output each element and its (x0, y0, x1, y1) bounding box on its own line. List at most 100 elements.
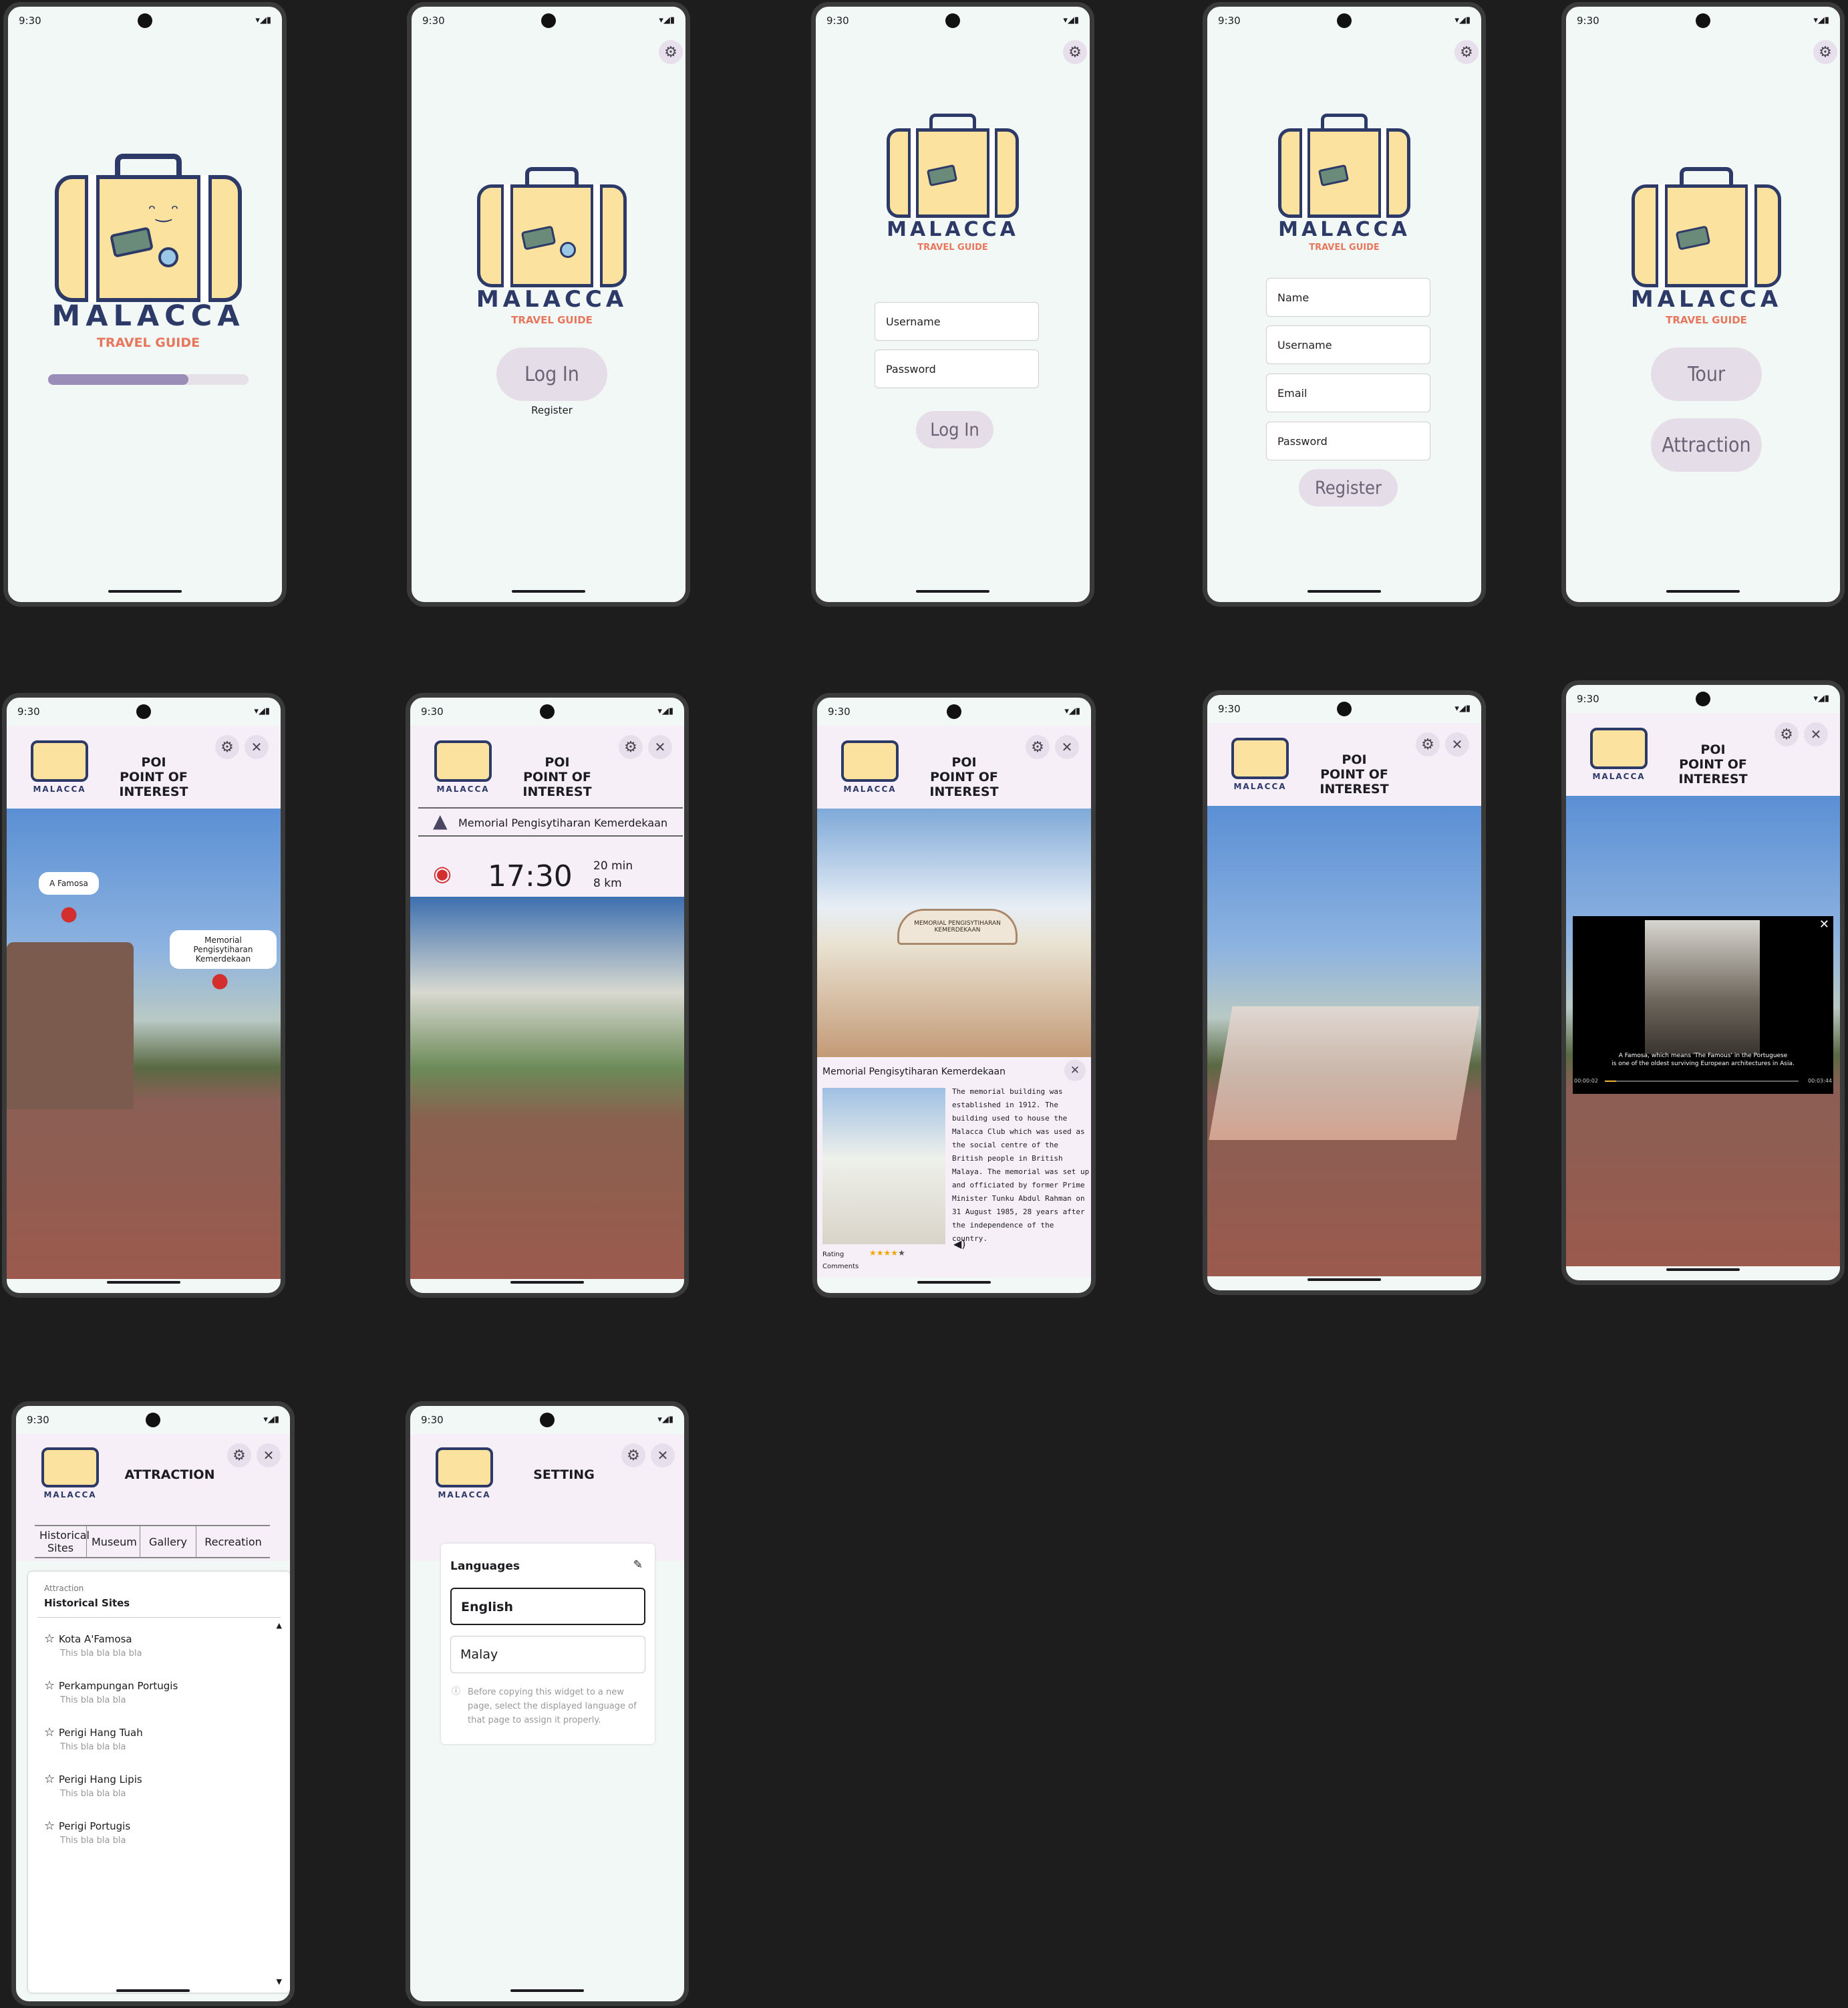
settings-gear-icon[interactable]: ⚙ (619, 735, 643, 759)
settings-gear-icon[interactable]: ⚙ (1775, 722, 1799, 746)
app-logo-small (434, 740, 492, 782)
video-current-time: 00:00:02 (1574, 1078, 1598, 1084)
close-icon[interactable]: ✕ (1804, 722, 1828, 746)
name-field[interactable]: Name (1266, 278, 1430, 317)
tab-historical-sites[interactable]: Historical Sites (35, 1526, 90, 1557)
tour-button[interactable]: Tour (1651, 347, 1762, 401)
app-logo-small (31, 740, 88, 782)
rating-star-icon[interactable]: ★ (877, 1248, 884, 1258)
3d-fortress-model[interactable] (1209, 1006, 1480, 1140)
destination-label: Memorial Pengisytiharan Kemerdekaan (458, 817, 668, 829)
scroll-up-icon[interactable]: ▲ (277, 1621, 282, 1630)
comments-label[interactable]: Comments (822, 1263, 859, 1270)
language-option-english[interactable]: English (450, 1588, 645, 1625)
scroll-down-icon[interactable]: ▼ (277, 1977, 282, 1986)
panorama-view[interactable] (410, 897, 684, 1279)
username-field[interactable]: Username (875, 302, 1039, 341)
settings-gear-icon[interactable]: ⚙ (227, 1443, 251, 1467)
star-icon[interactable]: ☆ (44, 1819, 59, 1833)
loading-progress-bar (48, 374, 249, 385)
video-seek-bar[interactable] (1605, 1081, 1799, 1082)
close-video-icon[interactable]: ✕ (1819, 917, 1829, 931)
close-icon[interactable]: ✕ (1055, 735, 1079, 759)
video-frame (1645, 920, 1760, 1054)
attraction-list-panel: Attraction Historical Sites ▲ ☆ Kota A'F… (28, 1572, 290, 1993)
detail-title: Memorial Pengisytiharan Kemerdekaan (822, 1066, 1006, 1077)
settings-gear-icon[interactable]: ⚙ (1416, 732, 1440, 756)
close-icon[interactable]: ✕ (257, 1443, 281, 1467)
tab-gallery[interactable]: Gallery (140, 1526, 196, 1557)
star-icon[interactable]: ☆ (44, 1725, 59, 1739)
detail-card: Memorial Pengisytiharan Kemerdekaan ✕ Th… (817, 1057, 1091, 1278)
list-label: Attraction (44, 1584, 84, 1593)
location-pin-icon: ◉ (433, 861, 452, 886)
brand-tagline: TRAVEL GUIDE (96, 335, 200, 350)
poi-video-screen: 9:30 ▾◢▮ MALACCA POI POINT OF INTEREST ⚙ … (1561, 680, 1845, 1285)
poi-header: MALACCA POI POINT OF INTEREST ⚙ ✕ (1566, 713, 1840, 796)
list-item[interactable]: ☆ Kota A'Famosa This bla bla bla bla (44, 1632, 142, 1659)
rating-star-icon[interactable]: ★ (869, 1248, 877, 1258)
settings-gear-icon[interactable]: ⚙ (1813, 40, 1837, 64)
star-icon[interactable]: ☆ (44, 1632, 59, 1646)
location-pin-icon[interactable]: ● (211, 969, 228, 992)
close-icon[interactable]: ✕ (1064, 1060, 1086, 1081)
eta-time: 17:30 (488, 859, 573, 893)
poi-3d-model-screen: 9:30 ▾◢▮ MALACCA POI POINT OF INTEREST ⚙ … (1203, 690, 1486, 1295)
rating-stars[interactable]: ★★★★★ (869, 1248, 905, 1258)
panorama-view[interactable] (1207, 806, 1481, 1276)
rating-star-icon[interactable]: ★ (884, 1248, 891, 1258)
settings-gear-icon[interactable]: ⚙ (1454, 40, 1479, 64)
password-field[interactable]: Password (875, 349, 1039, 388)
login-button[interactable]: Log In (916, 411, 993, 448)
register-button[interactable]: Register (1299, 469, 1398, 507)
list-item[interactable]: ☆ Perigi Hang Tuah This bla bla bla (44, 1725, 143, 1752)
attraction-button[interactable]: Attraction (1651, 418, 1762, 472)
list-item[interactable]: ☆ Perkampungan Portugis This bla bla bla (44, 1679, 178, 1705)
attraction-header: MALACCA ATTRACTION ⚙ ✕ (16, 1434, 290, 1501)
rating-star-icon[interactable]: ★ (891, 1248, 898, 1258)
languages-heading: Languages (450, 1560, 520, 1573)
language-option-malay[interactable]: Malay (450, 1636, 645, 1673)
edit-pencil-icon[interactable]: ✎ (633, 1558, 643, 1572)
settings-gear-icon[interactable]: ⚙ (659, 40, 683, 64)
poi-navigation-screen: 9:30 ▾◢▮ MALACCA POI POINT OF INTEREST ⚙ … (406, 693, 689, 1298)
eta-duration: 20 min (593, 859, 633, 873)
list-item-title: Perigi Hang Tuah (58, 1727, 143, 1739)
close-icon[interactable]: ✕ (245, 735, 269, 759)
username-field[interactable]: Username (1266, 325, 1430, 364)
tab-recreation[interactable]: Recreation (196, 1526, 270, 1557)
close-icon[interactable]: ✕ (1445, 732, 1469, 756)
password-field[interactable]: Password (1266, 422, 1430, 460)
tab-museum[interactable]: Museum (87, 1526, 140, 1557)
panorama-view[interactable]: A Famosa ● Memorial Pengisytiharan Kemer… (7, 809, 281, 1279)
page-title: ATTRACTION (124, 1467, 215, 1482)
poi-header: MALACCA POI POINT OF INTEREST ⚙ ✕ (1207, 723, 1481, 806)
audio-speaker-icon[interactable]: ◀) (953, 1238, 966, 1250)
location-pin-icon[interactable]: ● (60, 902, 78, 925)
close-icon[interactable]: ✕ (651, 1443, 675, 1467)
settings-gear-icon[interactable]: ⚙ (1026, 735, 1050, 759)
eta-distance: 8 km (593, 877, 622, 890)
video-total-time: 00:03:44 (1808, 1078, 1832, 1084)
star-icon[interactable]: ☆ (44, 1679, 59, 1693)
video-player[interactable]: ✕ A Famosa, which means 'The Famous' in … (1573, 916, 1833, 1094)
settings-gear-icon[interactable]: ⚙ (1063, 40, 1087, 64)
list-item[interactable]: ☆ Perigi Hang Lipis This bla bla bla (44, 1772, 142, 1799)
route-bar (418, 807, 683, 809)
star-icon[interactable]: ☆ (44, 1772, 59, 1786)
list-item-subtitle: This bla bla bla (60, 1836, 126, 1846)
rating-star-icon[interactable]: ★ (898, 1248, 905, 1258)
detail-photo (822, 1088, 945, 1244)
poi-detail-screen: 9:30 ▾◢▮ MALACCA POI POINT OF INTEREST ⚙ … (812, 693, 1096, 1298)
close-icon[interactable]: ✕ (648, 735, 672, 759)
pin-label-a-famosa[interactable]: A Famosa (39, 872, 99, 895)
pin-label-memorial[interactable]: Memorial Pengisytiharan Kemerdekaan (170, 930, 277, 969)
email-field[interactable]: Email (1266, 374, 1430, 412)
settings-gear-icon[interactable]: ⚙ (215, 735, 239, 759)
home-indicator (108, 590, 182, 593)
list-item[interactable]: ☆ Perigi Portugis This bla bla bla (44, 1819, 130, 1846)
settings-gear-icon[interactable]: ⚙ (621, 1443, 645, 1467)
memorial-sign: MEMORIAL PENGISYTIHARAN KEMERDEKAAN (897, 909, 1018, 945)
register-link[interactable]: Register (518, 404, 585, 416)
login-button[interactable]: Log In (496, 347, 607, 401)
